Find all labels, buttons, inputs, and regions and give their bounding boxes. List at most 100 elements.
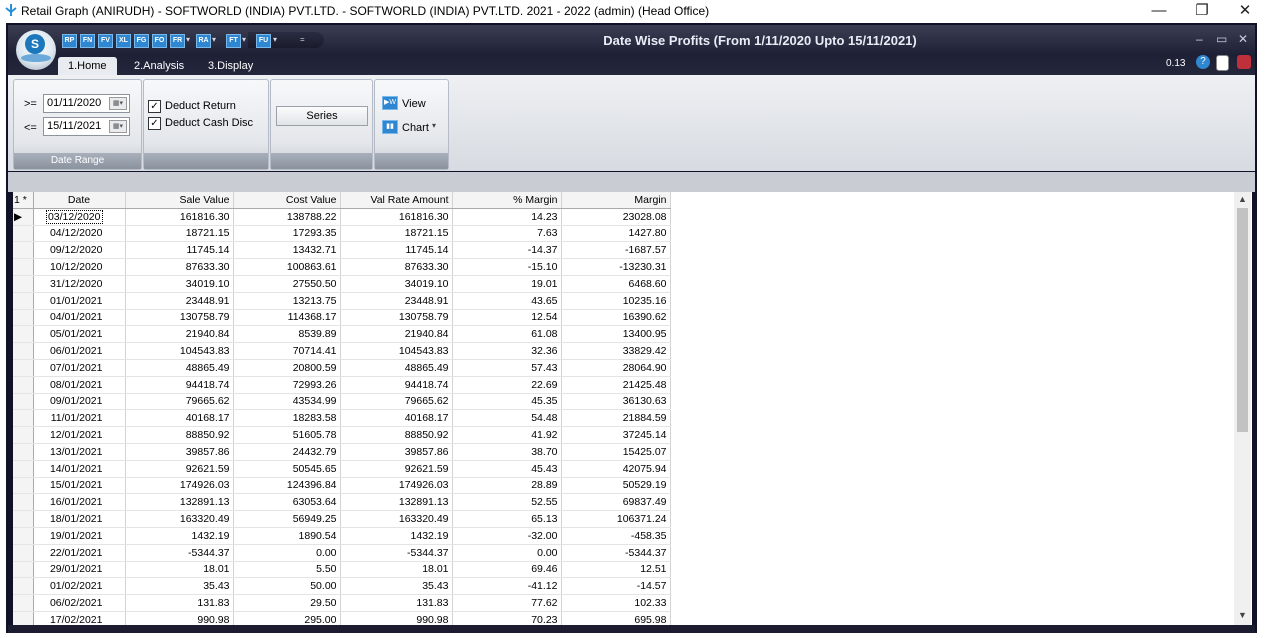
cell-percent-margin[interactable]: 0.00	[452, 544, 562, 562]
from-date-picker[interactable]: 01/11/2020 ▦▾	[43, 94, 130, 113]
cell-cost-value[interactable]: 56949.25	[233, 510, 341, 528]
qat-customize-icon[interactable]: =	[300, 34, 308, 46]
cell-margin[interactable]: 21884.59	[561, 409, 671, 428]
cell-sale-value[interactable]: 163320.49	[125, 510, 234, 528]
cell-date[interactable]: 09/12/2020	[33, 241, 126, 260]
cell-val-rate-amount[interactable]: 163320.49	[340, 510, 453, 528]
cell-margin[interactable]: 36130.63	[561, 393, 671, 411]
cell-cost-value[interactable]: 114368.17	[233, 309, 341, 327]
cell-margin[interactable]: 33829.42	[561, 342, 671, 360]
row-header[interactable]	[13, 292, 34, 310]
cell-date[interactable]: 06/02/2021	[33, 594, 126, 612]
calendar-icon[interactable]: ▦▾	[109, 97, 127, 110]
row-header[interactable]	[13, 561, 34, 579]
row-header[interactable]	[13, 510, 34, 528]
cell-val-rate-amount[interactable]: 990.98	[340, 611, 453, 625]
cell-sale-value[interactable]: 131.83	[125, 594, 234, 612]
table-row[interactable]: 07/01/2021 48865.49 20800.59 48865.49 57.43 2…	[13, 359, 671, 377]
cell-percent-margin[interactable]: 7.63	[452, 225, 562, 243]
cell-val-rate-amount[interactable]: 161816.30	[340, 208, 453, 226]
cell-date[interactable]: 19/01/2021	[33, 527, 126, 545]
tab-analysis[interactable]: 2.Analysis	[124, 57, 194, 75]
cell-cost-value[interactable]: 124396.84	[233, 477, 341, 495]
app-maximize-button[interactable]: ▭	[1216, 32, 1227, 46]
exit-icon[interactable]	[1237, 55, 1251, 69]
table-row[interactable]: 06/01/2021 104543.83 70714.41 104543.83 32.3…	[13, 342, 671, 360]
table-row[interactable]: 12/01/2021 88850.92 51605.78 88850.92 41.92 3…	[13, 426, 671, 444]
cell-sale-value[interactable]: 132891.13	[125, 493, 234, 512]
cell-margin[interactable]: 23028.08	[561, 208, 671, 226]
cell-percent-margin[interactable]: 77.62	[452, 594, 562, 612]
cell-margin[interactable]: 10235.16	[561, 292, 671, 310]
cell-margin[interactable]: 6468.60	[561, 275, 671, 293]
cell-sale-value[interactable]: 990.98	[125, 611, 234, 625]
table-row[interactable]: 18/01/2021 163320.49 56949.25 163320.49 65.1…	[13, 510, 671, 528]
current-row-indicator-icon[interactable]: ▶	[13, 208, 34, 226]
qat-button[interactable]: FR	[170, 34, 185, 48]
table-row[interactable]: 04/01/2021 130758.79 114368.17 130758.79 12.…	[13, 309, 671, 327]
cell-date[interactable]: 07/01/2021	[33, 359, 126, 377]
chevron-down-icon[interactable]: ▾	[212, 34, 220, 46]
cell-sale-value[interactable]: 34019.10	[125, 275, 234, 293]
table-row[interactable]: 04/12/2020 18721.15 17293.35 18721.15 7.63 14…	[13, 225, 671, 243]
cell-percent-margin[interactable]: -32.00	[452, 527, 562, 545]
cell-margin[interactable]: 695.98	[561, 611, 671, 625]
to-date-picker[interactable]: 15/11/2021 ▦▾	[43, 117, 130, 136]
table-row[interactable]: 09/12/2020 11745.14 13432.71 11745.14 -14.37…	[13, 241, 671, 260]
cell-val-rate-amount[interactable]: 18.01	[340, 561, 453, 579]
data-grid[interactable]: 1 * Date Sale Value Cost Value Val Rate …	[13, 192, 1252, 625]
chevron-down-icon[interactable]: ▾	[242, 34, 250, 46]
cell-percent-margin[interactable]: 22.69	[452, 376, 562, 394]
cell-val-rate-amount[interactable]: 87633.30	[340, 258, 453, 276]
calendar-icon[interactable]: ▦▾	[109, 120, 127, 133]
cell-date[interactable]: 05/01/2021	[33, 325, 126, 344]
table-row[interactable]: 11/01/2021 40168.17 18283.58 40168.17 54.48 2…	[13, 409, 671, 428]
qat-button[interactable]: RA	[196, 34, 211, 48]
cell-cost-value[interactable]: 0.00	[233, 544, 341, 562]
column-header-val-rate-amount[interactable]: Val Rate Amount	[340, 192, 453, 209]
row-header[interactable]	[13, 258, 34, 276]
row-header[interactable]	[13, 376, 34, 394]
row-header[interactable]	[13, 225, 34, 243]
cell-percent-margin[interactable]: 28.89	[452, 477, 562, 495]
cell-cost-value[interactable]: 70714.41	[233, 342, 341, 360]
row-header[interactable]	[13, 241, 34, 260]
cell-margin[interactable]: -5344.37	[561, 544, 671, 562]
qat-button[interactable]: FT	[226, 34, 241, 48]
cell-percent-margin[interactable]: 61.08	[452, 325, 562, 344]
table-row[interactable]: 17/02/2021 990.98 295.00 990.98 70.23 695.98	[13, 611, 671, 625]
cell-cost-value[interactable]: 63053.64	[233, 493, 341, 512]
tab-home[interactable]: 1.Home	[58, 57, 117, 75]
series-button[interactable]: Series	[276, 106, 368, 126]
app-close-button[interactable]: ✕	[1238, 32, 1248, 46]
cell-sale-value[interactable]: 161816.30	[125, 208, 234, 226]
cell-val-rate-amount[interactable]: 94418.74	[340, 376, 453, 394]
qat-button[interactable]: XL	[116, 34, 131, 48]
row-header[interactable]	[13, 309, 34, 327]
qat-button[interactable]: RP	[62, 34, 77, 48]
cell-percent-margin[interactable]: 43.65	[452, 292, 562, 310]
table-row[interactable]: 15/01/2021 174926.03 124396.84 174926.03 28.…	[13, 477, 671, 495]
cell-date[interactable]: 11/01/2021	[33, 409, 126, 428]
scrollbar-thumb[interactable]	[1237, 208, 1248, 432]
cell-cost-value[interactable]: 43534.99	[233, 393, 341, 411]
cell-percent-margin[interactable]: 14.23	[452, 208, 562, 226]
maximize-button[interactable]: ❐	[1181, 0, 1223, 22]
column-header-cost-value[interactable]: Cost Value	[233, 192, 341, 209]
qat-button[interactable]: FU	[256, 34, 271, 48]
cell-sale-value[interactable]: 104543.83	[125, 342, 234, 360]
cell-sale-value[interactable]: 88850.92	[125, 426, 234, 444]
close-button[interactable]: ✕	[1224, 0, 1266, 22]
row-header[interactable]	[13, 594, 34, 612]
cell-sale-value[interactable]: 87633.30	[125, 258, 234, 276]
row-header[interactable]	[13, 527, 34, 545]
cell-percent-margin[interactable]: 45.35	[452, 393, 562, 411]
cell-date[interactable]: 06/01/2021	[33, 342, 126, 360]
cell-percent-margin[interactable]: 12.54	[452, 309, 562, 327]
cell-percent-margin[interactable]: 45.43	[452, 460, 562, 478]
table-row[interactable]: 29/01/2021 18.01 5.50 18.01 69.46 12.51	[13, 561, 671, 579]
chevron-down-icon[interactable]: ▾	[186, 34, 194, 46]
cell-val-rate-amount[interactable]: 48865.49	[340, 359, 453, 377]
cell-margin[interactable]: -1687.57	[561, 241, 671, 260]
cell-cost-value[interactable]: 138788.22	[233, 208, 341, 226]
